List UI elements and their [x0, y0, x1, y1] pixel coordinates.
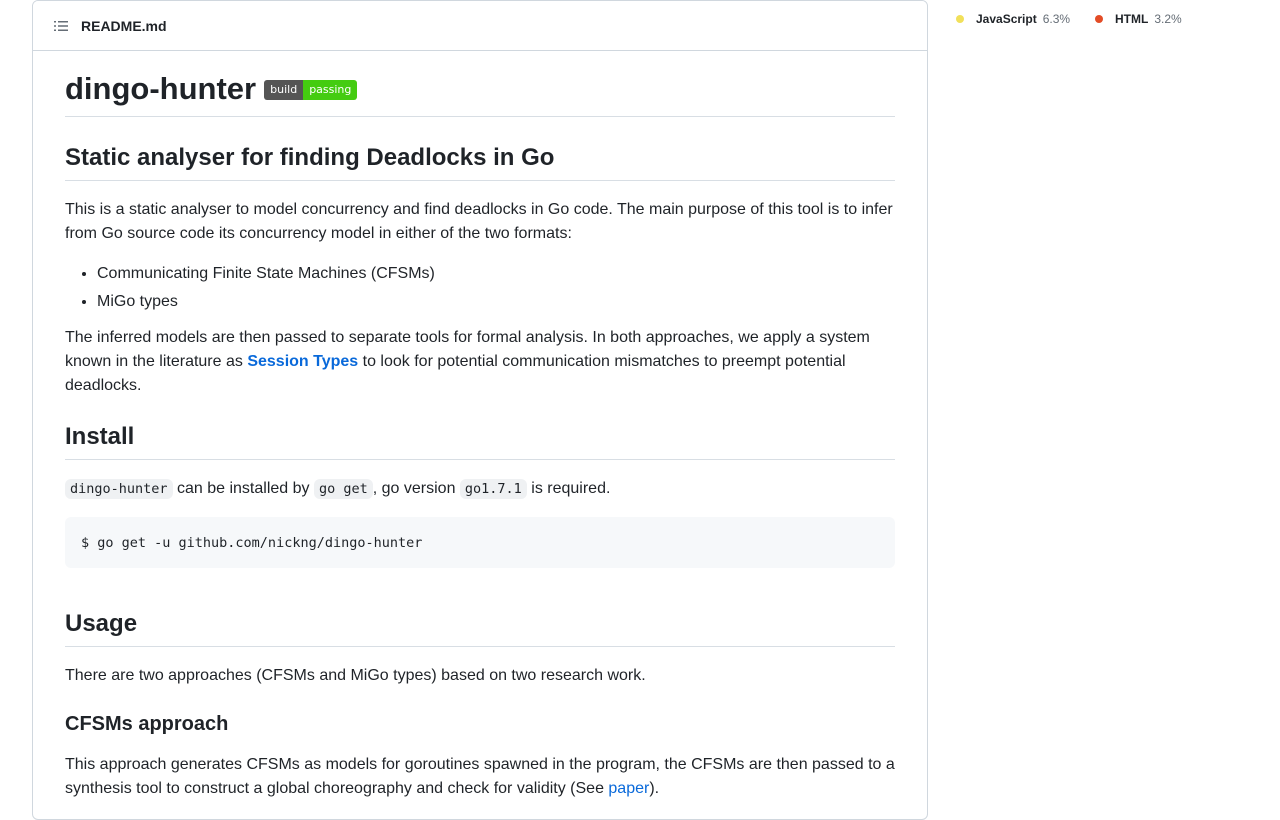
- readme-content: dingo-hunter build passing Static analys…: [33, 71, 927, 801]
- build-status-badge[interactable]: build passing: [264, 80, 358, 100]
- intro-paragraph: This is a static analyser to model concu…: [65, 201, 893, 242]
- inline-code: go1.7.1: [459, 479, 527, 499]
- language-color-dot: [956, 15, 964, 23]
- cfsms-heading: CFSMs approach: [65, 713, 229, 735]
- readme-filename[interactable]: README.md: [81, 18, 167, 34]
- readme-header: README.md: [33, 1, 927, 51]
- inline-code: dingo-hunter: [65, 479, 173, 499]
- install-paragraph: dingo-hunter can be installed by go get,…: [65, 477, 895, 501]
- usage-paragraph: There are two approaches (CFSMs and MiGo…: [65, 667, 646, 684]
- badge-label: build: [264, 80, 304, 100]
- language-percent: 6.3%: [1042, 12, 1071, 26]
- analysis-paragraph: The inferred models are then passed to s…: [65, 326, 895, 398]
- readme-title-heading: dingo-hunter build passing: [65, 71, 895, 117]
- list-unordered-icon[interactable]: [49, 14, 73, 38]
- install-text: , go version: [372, 480, 460, 497]
- languages-list: JavaScript 6.3% HTML 3.2%: [956, 0, 1256, 40]
- install-text: can be installed by: [172, 480, 314, 497]
- cfsms-text-end: ).: [649, 780, 660, 797]
- subtitle-heading: Static analyser for finding Deadlocks in…: [65, 143, 895, 181]
- readme-title: dingo-hunter: [65, 71, 257, 106]
- install-heading: Install: [65, 422, 895, 460]
- install-text: is required.: [526, 480, 611, 497]
- language-color-dot: [1095, 15, 1103, 23]
- install-code-block[interactable]: $ go get -u github.com/nickng/dingo-hunt…: [65, 517, 895, 568]
- language-html[interactable]: HTML 3.2%: [1095, 12, 1182, 26]
- inline-code: go get: [313, 479, 373, 499]
- session-types-link[interactable]: Session Types: [247, 353, 358, 370]
- install-command: $ go get -u github.com/nickng/dingo-hunt…: [81, 534, 423, 551]
- readme-panel: README.md dingo-hunter build passing Sta…: [32, 0, 928, 820]
- language-percent: 3.2%: [1154, 12, 1182, 26]
- list-item: Communicating Finite State Machines (CFS…: [97, 262, 895, 286]
- paper-link[interactable]: paper: [608, 780, 649, 797]
- badge-status: passing: [303, 80, 358, 100]
- formats-list: Communicating Finite State Machines (CFS…: [65, 262, 895, 314]
- list-item: MiGo types: [97, 290, 895, 314]
- language-name: HTML: [1115, 12, 1149, 26]
- language-name: JavaScript: [976, 12, 1037, 26]
- usage-heading: Usage: [65, 609, 895, 647]
- cfsms-paragraph: This approach generates CFSMs as models …: [65, 753, 895, 801]
- cfsms-text: This approach generates CFSMs as models …: [65, 756, 895, 797]
- language-javascript[interactable]: JavaScript 6.3%: [956, 12, 1070, 26]
